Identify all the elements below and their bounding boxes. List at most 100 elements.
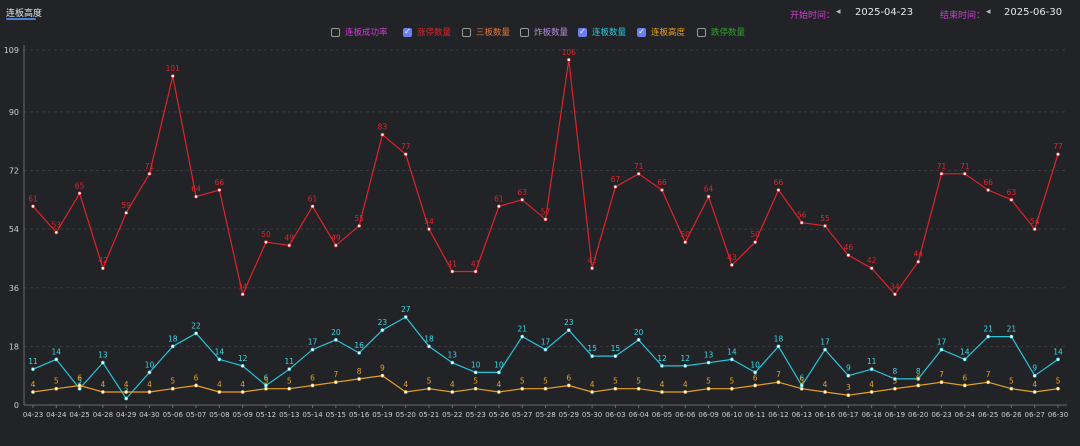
data-label: 17 bbox=[937, 338, 947, 347]
data-label: 61 bbox=[494, 194, 504, 203]
data-point bbox=[636, 171, 641, 176]
data-label: 27 bbox=[401, 305, 411, 314]
data-point bbox=[497, 204, 501, 209]
data-label: 5 bbox=[1009, 377, 1014, 386]
data-label: 50 bbox=[750, 230, 760, 239]
data-point bbox=[566, 328, 571, 332]
data-point bbox=[497, 390, 501, 394]
data-point bbox=[333, 243, 338, 248]
data-point bbox=[473, 386, 478, 391]
data-point bbox=[543, 347, 548, 352]
data-label: 54 bbox=[424, 217, 434, 226]
x-tick-label: 06-05 bbox=[652, 411, 672, 419]
data-point bbox=[520, 334, 525, 339]
data-point bbox=[380, 328, 385, 332]
data-label: 14 bbox=[215, 347, 225, 356]
x-tick-label: 04-29 bbox=[116, 411, 136, 419]
y-tick-label: 54 bbox=[9, 225, 19, 234]
data-point bbox=[357, 350, 362, 355]
data-point bbox=[660, 364, 664, 368]
data-point bbox=[473, 370, 478, 375]
data-point bbox=[54, 230, 59, 235]
data-label: 18 bbox=[168, 334, 178, 343]
x-tick-label: 05-06 bbox=[163, 411, 184, 419]
x-tick-label: 05-12 bbox=[256, 411, 276, 419]
x-tick-label: 05-28 bbox=[535, 411, 555, 419]
data-label: 5 bbox=[427, 377, 432, 386]
data-label: 4 bbox=[31, 380, 36, 389]
data-label: 14 bbox=[1053, 347, 1063, 356]
data-point bbox=[1056, 357, 1060, 362]
data-label: 42 bbox=[867, 256, 877, 265]
x-tick-label: 04-30 bbox=[139, 411, 159, 419]
data-label: 41 bbox=[448, 259, 458, 268]
data-point bbox=[380, 373, 385, 378]
data-label: 8 bbox=[893, 367, 898, 376]
data-point bbox=[77, 191, 82, 196]
data-point bbox=[683, 240, 688, 245]
x-tick-label: 05-16 bbox=[349, 411, 370, 419]
data-label: 14 bbox=[52, 347, 62, 356]
data-point bbox=[939, 347, 944, 352]
data-point bbox=[986, 188, 991, 192]
data-label: 5 bbox=[799, 377, 804, 386]
data-point bbox=[310, 204, 315, 209]
data-point bbox=[54, 357, 59, 362]
data-point bbox=[287, 243, 292, 248]
data-label: 57 bbox=[541, 207, 551, 216]
data-label: 4 bbox=[683, 380, 688, 389]
data-label: 77 bbox=[401, 142, 411, 151]
data-point bbox=[823, 390, 827, 394]
x-tick-label: 06-20 bbox=[908, 411, 928, 419]
data-point bbox=[357, 377, 362, 381]
data-point bbox=[590, 354, 594, 359]
data-label: 5 bbox=[520, 377, 525, 386]
data-point bbox=[100, 390, 105, 394]
data-point bbox=[217, 188, 222, 192]
data-point bbox=[170, 344, 175, 349]
x-tick-label: 05-22 bbox=[442, 411, 462, 419]
data-point bbox=[1032, 227, 1037, 232]
data-point bbox=[520, 386, 525, 391]
data-label: 9 bbox=[1032, 364, 1037, 373]
data-point bbox=[869, 390, 874, 394]
data-label: 4 bbox=[100, 380, 105, 389]
data-label: 5 bbox=[543, 377, 548, 386]
x-tick-label: 05-29 bbox=[559, 411, 579, 419]
data-label: 11 bbox=[867, 357, 877, 366]
data-label: 4 bbox=[869, 380, 874, 389]
data-point bbox=[823, 223, 827, 228]
data-point bbox=[543, 386, 548, 391]
data-label: 4 bbox=[823, 380, 828, 389]
x-tick-label: 06-13 bbox=[792, 411, 812, 419]
data-label: 4 bbox=[124, 380, 129, 389]
y-tick-label: 36 bbox=[9, 284, 19, 293]
data-label: 4 bbox=[403, 380, 408, 389]
data-point bbox=[170, 386, 175, 391]
data-label: 4 bbox=[217, 380, 222, 389]
data-label: 6 bbox=[566, 373, 571, 382]
data-label: 11 bbox=[284, 357, 294, 366]
data-point bbox=[683, 364, 688, 368]
data-point bbox=[986, 334, 991, 339]
x-tick-label: 06-19 bbox=[885, 411, 905, 419]
data-label: 66 bbox=[983, 178, 993, 187]
data-point bbox=[636, 386, 641, 391]
data-label: 14 bbox=[727, 347, 737, 356]
data-point bbox=[520, 197, 525, 202]
data-label: 9 bbox=[380, 364, 385, 373]
data-label: 5 bbox=[170, 377, 175, 386]
data-label: 66 bbox=[657, 178, 667, 187]
data-label: 12 bbox=[238, 354, 248, 363]
data-point bbox=[962, 383, 967, 388]
data-label: 17 bbox=[820, 338, 830, 347]
data-label: 10 bbox=[471, 360, 481, 369]
data-label: 21 bbox=[517, 325, 527, 334]
data-point bbox=[380, 132, 385, 137]
data-label: 4 bbox=[660, 380, 665, 389]
data-point bbox=[31, 367, 35, 372]
data-label: 20 bbox=[634, 328, 644, 337]
data-point bbox=[1056, 386, 1060, 391]
data-label: 54 bbox=[1030, 217, 1040, 226]
x-tick-label: 06-17 bbox=[838, 411, 858, 419]
